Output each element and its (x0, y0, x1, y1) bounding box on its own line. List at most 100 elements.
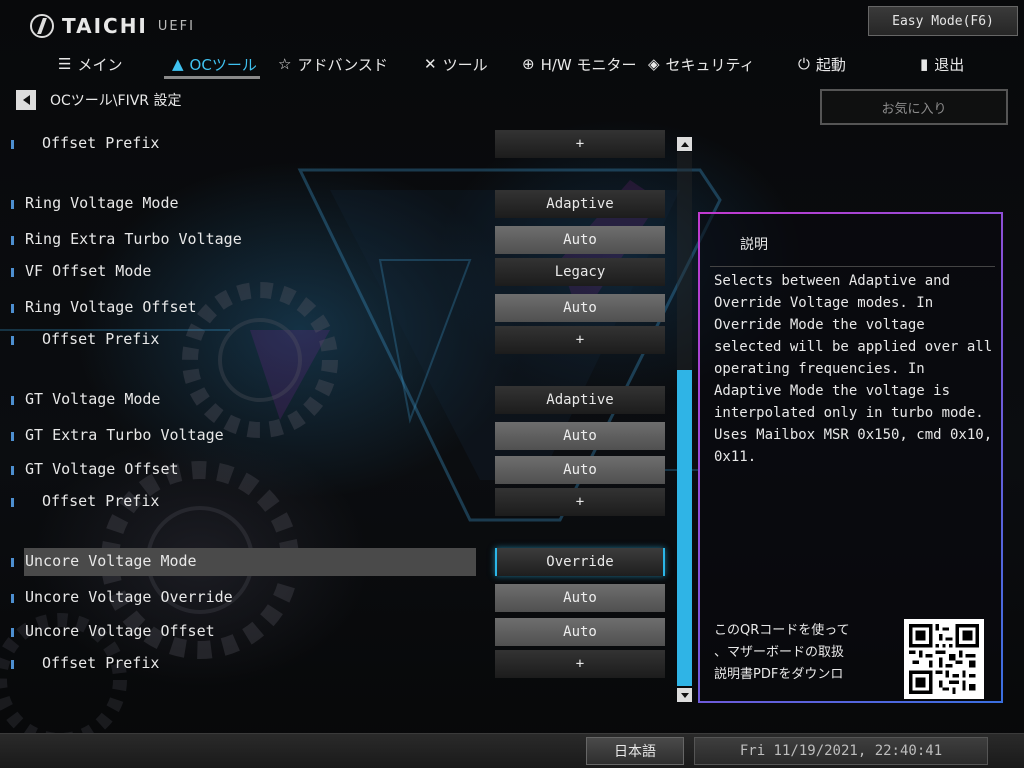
row-marker-icon (11, 660, 14, 669)
setting-label: Uncore Voltage Offset (25, 622, 215, 640)
tools-icon: ✕ (424, 55, 437, 73)
row-marker-icon (11, 396, 14, 405)
setting-value[interactable]: Legacy (495, 258, 665, 286)
tab-label: メイン (77, 55, 123, 74)
description-panel: 説明 Selects between Adaptive and Override… (698, 212, 1003, 703)
row-marker-icon (11, 498, 14, 507)
qr-caption: このQRコードを使って 、マザーボードの取扱 説明書PDFをダウンロ (714, 623, 850, 682)
main-nav: ☰ メイン ▲ OCツール ☆ アドバンスド ✕ ツール ⊕ H/W モニター … (0, 50, 1024, 80)
tab-label: H/W モニター (540, 55, 637, 74)
setting-label: GT Voltage Mode (25, 390, 161, 408)
tab-label: 退出 (934, 55, 965, 74)
row-marker-icon (11, 558, 14, 567)
description-text: Selects between Adaptive and Override Vo… (714, 273, 993, 465)
setting-label: Offset Prefix (42, 654, 160, 672)
setting-label: Ring Extra Turbo Voltage (25, 230, 242, 248)
setting-row[interactable]: GT Extra Turbo Voltage Auto (0, 422, 670, 450)
qr-code-icon (904, 619, 984, 699)
taichi-logo-mark (30, 14, 54, 38)
setting-value[interactable]: Auto (495, 422, 665, 450)
row-marker-icon (11, 432, 14, 441)
setting-value[interactable]: Auto (495, 456, 665, 484)
setting-row[interactable]: GT Voltage Mode Adaptive (0, 386, 670, 414)
row-marker-icon (11, 268, 14, 277)
setting-label: GT Voltage Offset (25, 460, 179, 478)
row-marker-icon (11, 336, 14, 345)
setting-label: Offset Prefix (42, 492, 160, 510)
setting-row[interactable]: Uncore Voltage Offset Auto (0, 618, 670, 646)
exit-door-icon: ▮ (920, 55, 929, 73)
description-divider (710, 266, 995, 267)
setting-label: Offset Prefix (42, 134, 160, 152)
tab-label: ツール (442, 55, 488, 74)
row-marker-icon (11, 200, 14, 209)
setting-label: Uncore Voltage Mode (25, 552, 197, 570)
setting-row[interactable]: Ring Voltage Offset Auto (0, 294, 670, 322)
setting-value[interactable]: Auto (495, 584, 665, 612)
setting-value[interactable]: Adaptive (495, 190, 665, 218)
tab-label: 起動 (815, 55, 846, 74)
setting-value[interactable]: + (495, 326, 665, 354)
shield-icon: ◈ (648, 55, 660, 73)
breadcrumb-path: OCツール\FIVR 設定 (50, 93, 182, 109)
tab-label: セキュリティ (665, 55, 755, 74)
row-marker-icon (11, 140, 14, 149)
datetime-display: Fri 11/19/2021, 22:40:41 (694, 737, 988, 765)
breadcrumb: OCツール\FIVR 設定 (16, 90, 181, 110)
setting-value[interactable]: + (495, 650, 665, 678)
easy-mode-button[interactable]: Easy Mode(F6) (868, 6, 1018, 36)
tab-tools[interactable]: ✕ ツール (424, 50, 488, 78)
active-tab-underline (164, 76, 260, 79)
tab-advanced[interactable]: ☆ アドバンスド (278, 50, 388, 78)
back-arrow-icon[interactable] (16, 90, 36, 110)
scroll-up-arrow-icon[interactable] (677, 137, 692, 151)
setting-row-selected[interactable]: Uncore Voltage Mode Override (0, 548, 670, 576)
setting-row[interactable]: Offset Prefix + (0, 130, 670, 158)
logo-sub: UEFI (157, 18, 195, 34)
tab-hw-monitor[interactable]: ⊕ H/W モニター (522, 50, 637, 78)
setting-value[interactable]: + (495, 488, 665, 516)
setting-row[interactable]: GT Voltage Offset Auto (0, 456, 670, 484)
tab-oc-tools[interactable]: ▲ OCツール (172, 50, 257, 78)
setting-value[interactable]: Override (495, 548, 665, 576)
crosshair-icon: ⊕ (522, 55, 535, 73)
tab-main[interactable]: ☰ メイン (58, 50, 122, 78)
setting-label: Offset Prefix (42, 330, 160, 348)
setting-value[interactable]: Adaptive (495, 386, 665, 414)
setting-label: GT Extra Turbo Voltage (25, 426, 224, 444)
setting-label: Ring Voltage Mode (25, 194, 179, 212)
setting-row[interactable]: Uncore Voltage Override Auto (0, 584, 670, 612)
setting-value[interactable]: + (495, 130, 665, 158)
description-title: 説明 (740, 237, 768, 253)
scrollbar-thumb[interactable] (677, 370, 692, 686)
star-icon: ☆ (278, 55, 292, 73)
setting-row[interactable]: VF Offset Mode Legacy (0, 258, 670, 286)
setting-row[interactable]: Ring Voltage Mode Adaptive (0, 190, 670, 218)
tab-label: OCツール (189, 55, 257, 74)
setting-label: Uncore Voltage Override (25, 588, 233, 606)
power-icon: ⏻ (798, 55, 810, 73)
setting-row[interactable]: Offset Prefix + (0, 488, 670, 516)
setting-row[interactable]: Ring Extra Turbo Voltage Auto (0, 226, 670, 254)
setting-value[interactable]: Auto (495, 618, 665, 646)
row-marker-icon (11, 466, 14, 475)
row-marker-icon (11, 594, 14, 603)
tab-label: アドバンスド (297, 55, 388, 74)
rocket-icon: ▲ (172, 55, 184, 73)
list-icon: ☰ (58, 55, 72, 73)
setting-value[interactable]: Auto (495, 294, 665, 322)
setting-label: VF Offset Mode (25, 262, 152, 280)
setting-row[interactable]: Offset Prefix + (0, 650, 670, 678)
language-button[interactable]: 日本語 (586, 737, 684, 765)
scroll-down-arrow-icon[interactable] (677, 688, 692, 702)
favorites-button[interactable]: お気に入り (820, 89, 1008, 125)
row-marker-icon (11, 628, 14, 637)
tab-exit[interactable]: ▮ 退出 (920, 50, 964, 78)
setting-row[interactable]: Offset Prefix + (0, 326, 670, 354)
tab-boot[interactable]: ⏻ 起動 (798, 50, 846, 78)
row-marker-icon (11, 236, 14, 245)
setting-label: Ring Voltage Offset (25, 298, 197, 316)
logo-text: TAICHI (62, 14, 148, 38)
tab-security[interactable]: ◈ セキュリティ (648, 50, 755, 78)
setting-value[interactable]: Auto (495, 226, 665, 254)
